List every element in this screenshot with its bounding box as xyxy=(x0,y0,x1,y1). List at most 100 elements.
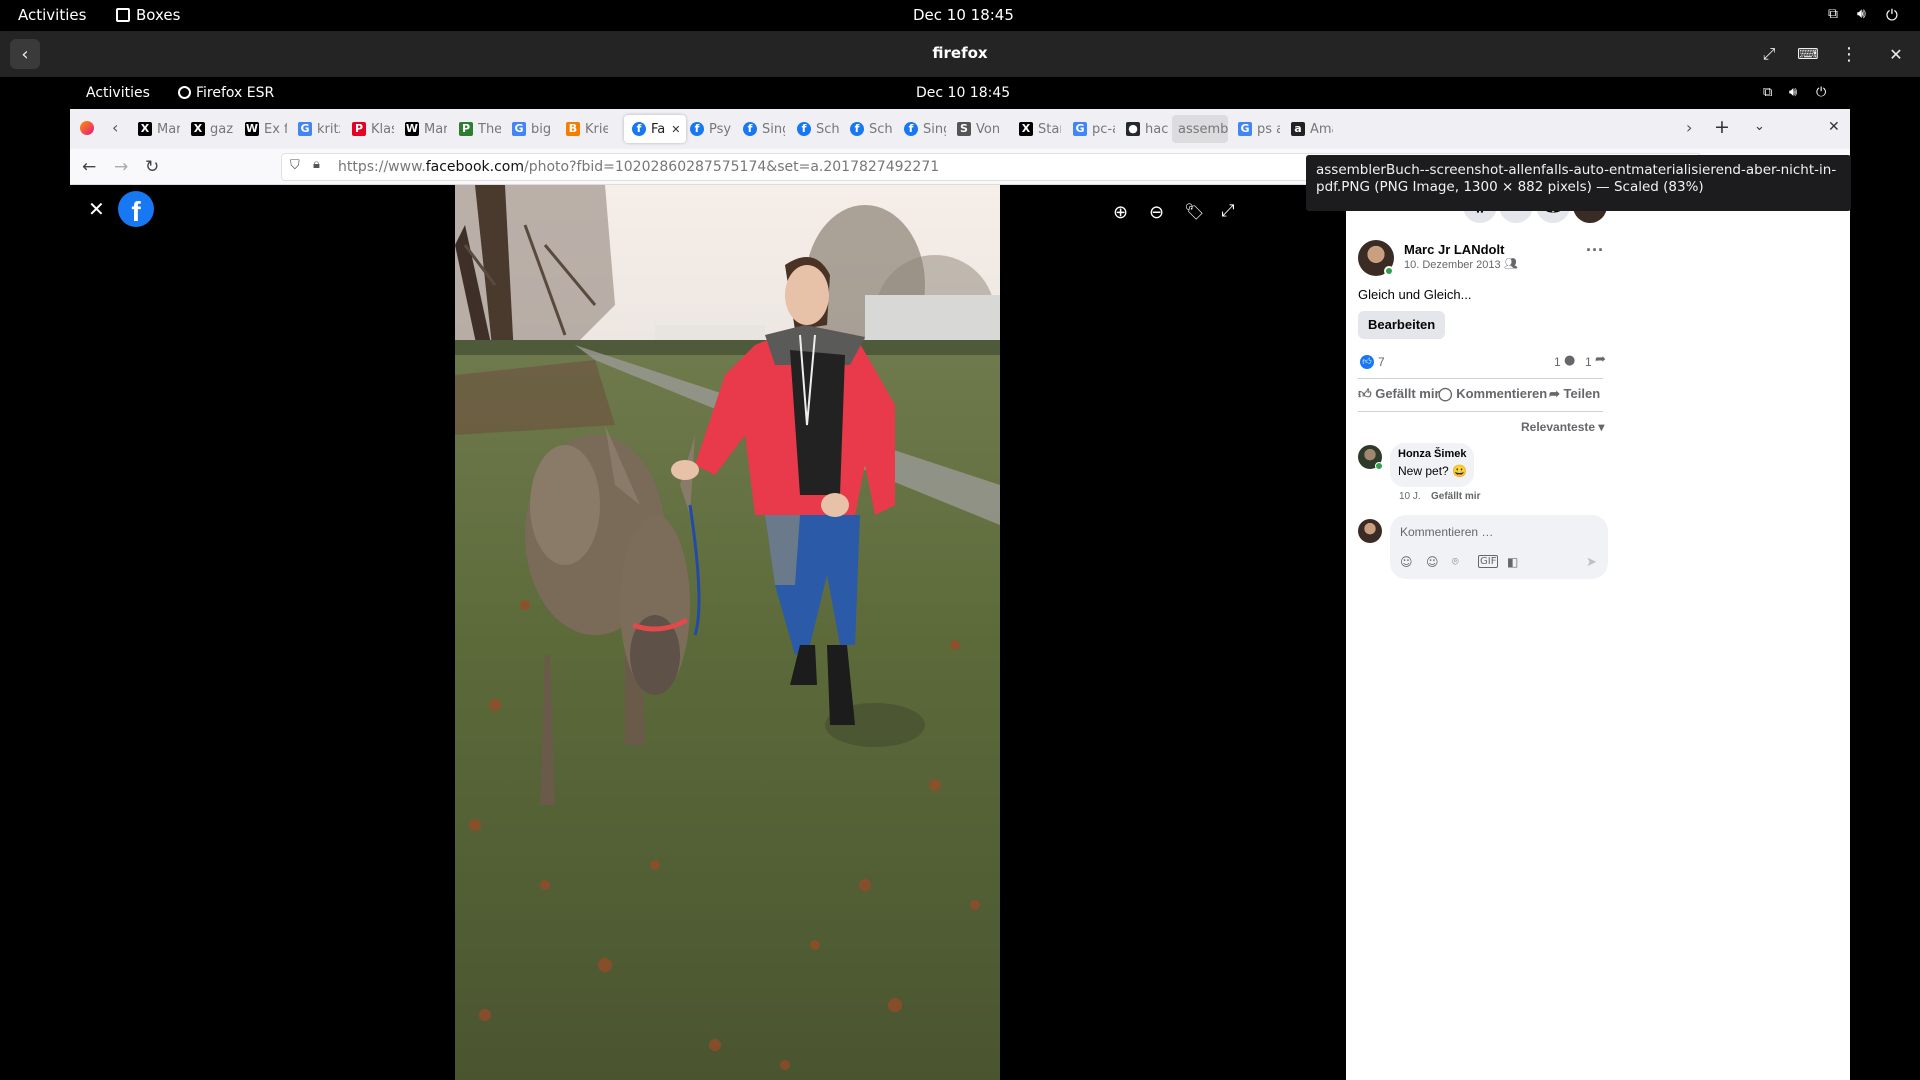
volume-icon[interactable]: 🔊︎ xyxy=(1857,6,1866,22)
list-all-tabs-icon[interactable]: ⌄ xyxy=(1754,119,1765,134)
tab-label: Klass xyxy=(371,121,394,137)
guest-volume-icon[interactable]: 🔊︎ xyxy=(1789,85,1797,100)
scroll-tabs-left-icon[interactable]: ‹ xyxy=(112,118,118,137)
edit-post-button[interactable]: Bearbeiten xyxy=(1358,311,1446,339)
close-tab-icon[interactable]: ✕ xyxy=(671,123,680,136)
shield-icon[interactable]: ⛉ xyxy=(290,158,300,173)
share-button[interactable]: ➦ Teilen xyxy=(1549,386,1600,402)
tab-17[interactable]: Gpc-a xyxy=(1065,115,1115,143)
comment-count[interactable]: 1 xyxy=(1554,355,1561,369)
back-button[interactable]: ‹ xyxy=(10,39,40,69)
tab-12[interactable]: f Schiz xyxy=(789,115,839,143)
comment-like-button[interactable]: Gefällt mir xyxy=(1431,491,1480,502)
tab-5[interactable]: W Marc xyxy=(397,115,447,143)
url-text[interactable]: https://www.facebook.com/photo?fbid=1020… xyxy=(338,159,939,175)
like-button[interactable]: 👍︎ Gefällt mir xyxy=(1358,386,1440,402)
emoji-icon[interactable]: ☺ xyxy=(1426,555,1439,569)
friends-audience-icon[interactable]: 👥︎ xyxy=(1504,257,1518,270)
vm-display[interactable]: Activities Firefox ESR Dec 10 18:45 ⧉ 🔊︎… xyxy=(70,77,1850,1080)
activities-button[interactable]: Activities xyxy=(18,6,86,24)
post-options-icon[interactable]: ··· xyxy=(1586,240,1604,261)
firefox-app-menu[interactable]: Firefox ESR xyxy=(178,85,274,101)
like-reaction-icon[interactable]: 👍︎ xyxy=(1360,355,1374,369)
back-arrow-icon[interactable]: ← xyxy=(82,157,96,177)
tab-18[interactable]: ● hack xyxy=(1118,115,1168,143)
system-top-bar: Activities Boxes Dec 10 18:45 ⧉ 🔊︎ ⏻ xyxy=(0,0,1920,31)
close-photo-icon[interactable]: ✕ xyxy=(88,197,105,221)
tab-7[interactable]: Gbig b xyxy=(504,115,554,143)
sticker-icon[interactable]: ◧ xyxy=(1507,555,1518,569)
clock[interactable]: Dec 10 18:45 xyxy=(913,6,1014,24)
comment-button[interactable]: ◯ Kommentieren xyxy=(1438,386,1547,402)
facebook-icon: f xyxy=(797,122,811,136)
guest-clock[interactable]: Dec 10 18:45 xyxy=(916,85,1010,101)
firefox-view-icon[interactable] xyxy=(80,121,94,135)
zoom-in-icon[interactable]: ⊕ xyxy=(1113,202,1128,223)
reload-icon[interactable]: ↻ xyxy=(145,157,159,177)
tab-8[interactable]: B Krieg xyxy=(558,115,608,143)
comment-composer[interactable]: Kommentieren … ☺ ☺ ⌾ GIF ◧ ➤ xyxy=(1390,515,1608,579)
power-icon[interactable]: ⏻ xyxy=(1886,6,1898,24)
s-icon: S xyxy=(957,122,971,136)
avatar-sticker-icon[interactable]: ☺ xyxy=(1400,555,1413,569)
tab-13[interactable]: f Schiz xyxy=(842,115,892,143)
close-window-button[interactable]: ✕ xyxy=(1881,39,1911,69)
tab-21[interactable]: a Ama xyxy=(1283,115,1333,143)
caret-down-icon: ▾ xyxy=(1598,420,1605,434)
boxes-app-menu[interactable]: Boxes xyxy=(116,6,180,24)
comment-sort-dropdown[interactable]: Relevanteste ▾ xyxy=(1521,420,1604,434)
post-author[interactable]: Marc Jr LANdolt xyxy=(1404,242,1504,257)
comment-input[interactable]: Kommentieren … xyxy=(1400,525,1493,539)
guest-activities-button[interactable]: Activities xyxy=(86,85,150,101)
tab-0[interactable]: X Marc xyxy=(130,115,180,143)
keyboard-icon: ⌨ xyxy=(1797,45,1819,63)
like-count[interactable]: 7 xyxy=(1378,355,1385,369)
comment-author[interactable]: Honza Šimek xyxy=(1398,448,1466,460)
facebook-logo-icon[interactable]: f xyxy=(118,191,154,227)
tab-9[interactable]: f Fa ✕ xyxy=(624,115,686,143)
lock-icon[interactable]: 🔒︎ xyxy=(313,157,320,172)
fullscreen-icon[interactable]: ⤢ xyxy=(1221,201,1235,221)
tab-16[interactable]: X Start xyxy=(1011,115,1061,143)
comment-bubble-icon: ● xyxy=(1564,353,1576,368)
kebab-menu-icon: ⋮ xyxy=(1840,43,1858,65)
menu-button[interactable]: ⋮ xyxy=(1834,39,1864,69)
fullscreen-button[interactable]: ⤢ xyxy=(1754,39,1784,69)
tab-label: Schiz xyxy=(816,121,839,137)
scroll-tabs-right-icon[interactable]: › xyxy=(1686,118,1692,137)
wikipedia-icon: W xyxy=(405,122,419,136)
camera-icon[interactable]: ⌾ xyxy=(1452,555,1459,569)
comment-age[interactable]: 10 J. xyxy=(1399,491,1421,502)
tab-3[interactable]: Gkritz xyxy=(290,115,340,143)
tab-14[interactable]: f Singl xyxy=(896,115,946,143)
keyboard-button[interactable]: ⌨ xyxy=(1793,39,1823,69)
tab-20[interactable]: Gps as xyxy=(1230,115,1280,143)
tab-2[interactable]: W Ex fa xyxy=(237,115,287,143)
close-firefox-button[interactable]: ✕ xyxy=(1828,119,1840,135)
share-count[interactable]: 1 xyxy=(1585,355,1592,369)
tab-10[interactable]: f Psyc xyxy=(682,115,732,143)
tab-4[interactable]: P Klass xyxy=(344,115,394,143)
network-icon[interactable]: ⧉ xyxy=(1828,6,1838,22)
send-icon[interactable]: ➤ xyxy=(1586,555,1597,570)
facebook-icon: f xyxy=(743,122,757,136)
tab-19[interactable]: assembl xyxy=(1172,115,1228,143)
p-icon: P xyxy=(459,122,473,136)
tab-1[interactable]: Xgaz j xyxy=(183,115,233,143)
tooltip-line-1: assemblerBuch--screenshot-allenfalls-aut… xyxy=(1316,162,1837,178)
tab-6[interactable]: P Ther xyxy=(451,115,501,143)
wikipedia-icon: W xyxy=(245,122,259,136)
post-date[interactable]: 10. Dezember 2013 xyxy=(1404,259,1501,271)
facebook-icon: f xyxy=(632,122,646,136)
new-tab-button[interactable]: + xyxy=(1714,116,1730,138)
tab-15[interactable]: S Von xyxy=(949,115,999,143)
forward-arrow-icon[interactable]: → xyxy=(114,157,128,177)
firefox-window: ‹ XMarcXgaz jWEx faGkritzPKlassWMarcPThe… xyxy=(70,109,1850,1080)
zoom-out-icon[interactable]: ⊖ xyxy=(1149,202,1164,223)
tag-icon[interactable]: 🏷︎ xyxy=(1184,202,1204,221)
photo[interactable] xyxy=(455,185,1000,1080)
tab-11[interactable]: f Singl xyxy=(735,115,785,143)
guest-power-icon[interactable]: ⏻ xyxy=(1816,85,1826,100)
gif-icon[interactable]: GIF xyxy=(1478,555,1499,568)
guest-network-icon[interactable]: ⧉ xyxy=(1763,85,1772,100)
